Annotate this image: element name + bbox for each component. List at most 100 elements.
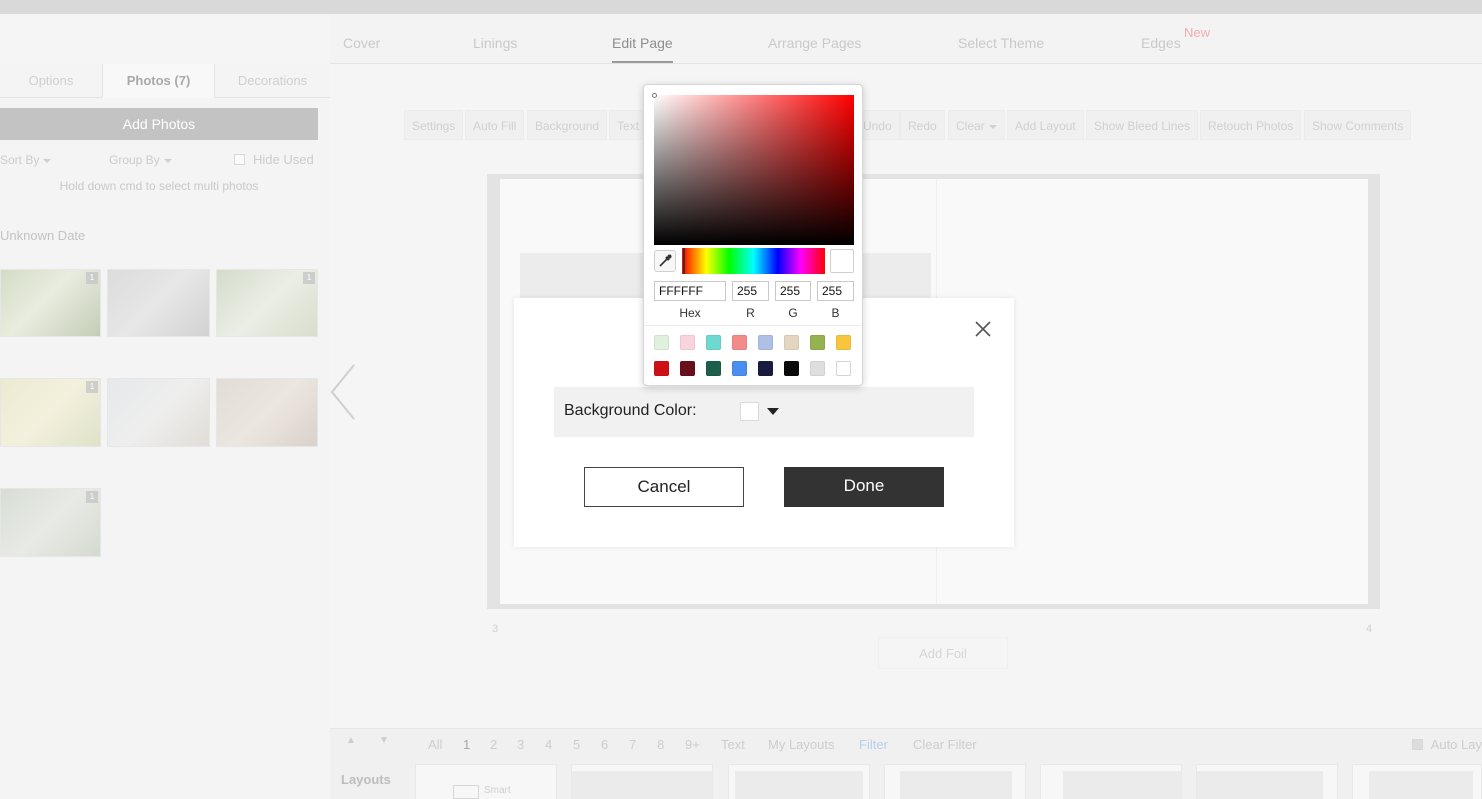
show-comments-button[interactable]: Show Comments <box>1304 110 1412 140</box>
filter-3[interactable]: 3 <box>517 737 524 752</box>
background-button[interactable]: Background <box>527 110 608 140</box>
color-swatch[interactable] <box>836 361 851 376</box>
layout-thumbnail[interactable]: Smart <box>415 764 557 799</box>
redo-button[interactable]: Redo <box>900 110 945 140</box>
color-swatch[interactable] <box>680 335 695 350</box>
layout-thumbnail[interactable] <box>571 764 713 799</box>
step-arrange-pages[interactable]: Arrange Pages <box>768 35 861 51</box>
cancel-button[interactable]: Cancel <box>584 467 744 507</box>
text-button[interactable]: Text <box>609 110 648 140</box>
add-foil-button[interactable]: Add Foil <box>878 637 1008 669</box>
color-swatch[interactable] <box>680 361 695 376</box>
new-badge: New <box>1184 25 1211 40</box>
filter-4[interactable]: 4 <box>545 737 552 752</box>
eyedropper-glyph <box>659 254 672 267</box>
auto-layout-checkbox[interactable] <box>1411 739 1423 750</box>
color-swatch[interactable] <box>810 361 825 376</box>
step-edges[interactable]: Edges <box>1141 35 1181 51</box>
filter-text[interactable]: Text <box>721 737 745 752</box>
sort-by-dropdown[interactable]: Sort By <box>0 153 52 167</box>
color-swatch[interactable] <box>784 335 799 350</box>
layout-thumbnail[interactable] <box>1196 764 1338 799</box>
step-cover[interactable]: Cover <box>343 35 380 51</box>
hide-used-checkbox[interactable] <box>234 154 245 165</box>
tab-options[interactable]: Options <box>0 64 102 98</box>
layout-thumbnail[interactable] <box>1040 764 1182 799</box>
picker-divider <box>644 325 862 326</box>
done-button[interactable]: Done <box>784 467 944 507</box>
filter-2[interactable]: 2 <box>490 737 497 752</box>
blue-input[interactable] <box>817 281 854 301</box>
photo-thumbnail[interactable] <box>107 269 210 337</box>
layout-thumbnail[interactable] <box>1352 764 1482 799</box>
layout-filter-row: ▲ ▼ All 1 2 3 4 5 6 7 8 9+ Text My Layou… <box>330 729 1482 759</box>
expand-down-icon[interactable]: ▼ <box>379 735 389 746</box>
show-bleed-lines-button[interactable]: Show Bleed Lines <box>1086 110 1199 140</box>
saturation-value-field[interactable] <box>652 93 854 245</box>
photo-thumbnail[interactable] <box>216 378 318 447</box>
photo-thumbnail[interactable]: 1 <box>216 269 318 337</box>
filter-8[interactable]: 8 <box>657 737 664 752</box>
saturation-value-handle[interactable] <box>652 93 657 98</box>
color-swatch[interactable] <box>732 335 747 350</box>
filter-button[interactable]: Filter <box>859 737 888 752</box>
color-swatch[interactable] <box>706 361 721 376</box>
hue-slider[interactable] <box>682 248 825 274</box>
background-color-picker-toggle[interactable] <box>740 400 780 422</box>
layout-thumbnail[interactable] <box>728 764 870 799</box>
filter-all[interactable]: All <box>428 737 442 752</box>
background-color-label: Background Color: <box>564 402 697 419</box>
settings-button[interactable]: Settings <box>404 110 464 140</box>
photo-thumbnail[interactable]: 1 <box>0 269 101 337</box>
layout-preview <box>1197 771 1323 799</box>
add-layout-button[interactable]: Add Layout <box>1007 110 1084 140</box>
filter-9-plus[interactable]: 9+ <box>685 737 700 752</box>
date-group-heading: Unknown Date <box>0 228 86 243</box>
color-swatch[interactable] <box>758 335 773 350</box>
filter-5[interactable]: 5 <box>573 737 580 752</box>
caret-down-icon <box>767 408 779 415</box>
layouts-label: Layouts <box>341 772 391 787</box>
layout-thumbnail[interactable] <box>884 764 1026 799</box>
tab-decorations[interactable]: Decorations <box>215 64 330 98</box>
previous-page-arrow-icon[interactable] <box>328 362 360 422</box>
step-nav: Cover Linings Edit Page Arrange Pages Se… <box>330 15 1482 64</box>
color-swatch[interactable] <box>836 335 851 350</box>
red-input[interactable] <box>732 281 769 301</box>
green-input[interactable] <box>775 281 811 301</box>
auto-fill-button[interactable]: Auto Fill <box>465 110 525 140</box>
filter-my-layouts[interactable]: My Layouts <box>768 737 834 752</box>
clear-dropdown[interactable]: Clear <box>948 110 1005 140</box>
collapse-up-icon[interactable]: ▲ <box>346 735 356 746</box>
step-edit-page[interactable]: Edit Page <box>612 35 673 63</box>
eyedropper-icon[interactable] <box>654 250 676 272</box>
hue-slider-handle[interactable] <box>683 248 685 274</box>
color-swatch[interactable] <box>784 361 799 376</box>
step-select-theme[interactable]: Select Theme <box>958 35 1044 51</box>
retouch-photos-button[interactable]: Retouch Photos <box>1200 110 1302 140</box>
close-icon[interactable] <box>972 318 994 340</box>
color-swatch[interactable] <box>810 335 825 350</box>
filter-6[interactable]: 6 <box>601 737 608 752</box>
color-swatch[interactable] <box>654 361 669 376</box>
color-swatch[interactable] <box>654 335 669 350</box>
left-panel: Options Photos (7) Decorations Add Photo… <box>0 64 330 799</box>
hex-input[interactable] <box>654 281 726 301</box>
filter-7[interactable]: 7 <box>629 737 636 752</box>
layouts-bar: ▲ ▼ All 1 2 3 4 5 6 7 8 9+ Text My Layou… <box>330 728 1482 799</box>
color-swatch[interactable] <box>758 361 773 376</box>
clear-filter-button[interactable]: Clear Filter <box>913 737 977 752</box>
photo-thumbnail[interactable]: 1 <box>0 488 101 557</box>
group-by-dropdown[interactable]: Group By <box>109 153 172 167</box>
step-linings[interactable]: Linings <box>473 35 517 51</box>
tab-photos[interactable]: Photos (7) <box>102 64 215 98</box>
photo-thumbnail[interactable]: 1 <box>0 378 101 447</box>
background-color-row: Background Color: <box>554 387 974 437</box>
filter-1[interactable]: 1 <box>463 737 470 752</box>
photo-thumbnail[interactable] <box>107 378 210 447</box>
hide-used-toggle[interactable]: Hide Used <box>234 152 314 167</box>
color-swatch[interactable] <box>732 361 747 376</box>
auto-layout-toggle[interactable]: Auto Lay <box>1411 737 1482 752</box>
color-swatch[interactable] <box>706 335 721 350</box>
add-photos-button[interactable]: Add Photos <box>0 108 318 140</box>
